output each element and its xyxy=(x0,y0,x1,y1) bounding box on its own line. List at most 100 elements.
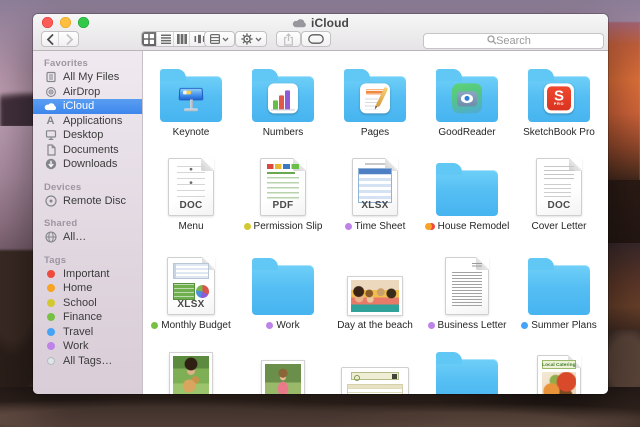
sidebar-tag-finance[interactable]: Finance xyxy=(33,310,142,325)
folder-icon xyxy=(252,76,314,122)
sidebar-tag-school[interactable]: School xyxy=(33,296,142,311)
grid-item-local-catering[interactable]: Local Catering xyxy=(513,353,605,394)
search-input[interactable] xyxy=(423,33,604,49)
sidebar-item-icloud[interactable]: iCloud xyxy=(33,99,142,114)
icon-view-button[interactable] xyxy=(142,32,157,46)
catering-document-icon: Local Catering xyxy=(537,355,581,394)
doc-document-icon: DOC xyxy=(536,158,582,216)
sidebar-tag-all-tags[interactable]: All Tags… xyxy=(33,354,142,369)
window-header[interactable]: iCloud xyxy=(33,14,608,51)
tag-dot-green xyxy=(151,322,158,329)
sidebar-item-label: Documents xyxy=(63,144,119,156)
document-preview-title: Local Catering xyxy=(542,362,575,367)
sidebar-section-title: Shared xyxy=(44,218,142,229)
downloads-circle-icon xyxy=(45,158,57,170)
column-view-button[interactable] xyxy=(176,32,191,46)
navigation-buttons xyxy=(41,31,79,47)
sidebar-tag-home[interactable]: Home xyxy=(33,281,142,296)
grid-item-keynote[interactable]: Keynote xyxy=(145,64,237,138)
sidebar-item-label: All My Files xyxy=(63,71,119,83)
file-label: Cover Letter xyxy=(531,221,586,232)
folder-icon xyxy=(344,76,406,122)
action-menu-button[interactable] xyxy=(235,31,267,47)
tag-button[interactable] xyxy=(301,31,331,47)
window-title: iCloud xyxy=(311,16,349,30)
file-label: Numbers xyxy=(263,127,304,138)
sidebar-item-label: School xyxy=(63,297,97,309)
cloud-icon xyxy=(44,102,57,111)
grid-item-day-at-the-beach[interactable]: Day at the beach xyxy=(329,257,421,331)
grid-item-sketchbook-pro[interactable]: S PRO SketchBook Pro xyxy=(513,64,605,138)
sidebar-item-all-my-files[interactable]: All My Files xyxy=(33,70,142,85)
list-view-button[interactable] xyxy=(159,32,174,46)
sidebar-item-label: Home xyxy=(63,282,92,294)
sidebar-item-label: AirDrop xyxy=(63,86,100,98)
search-field xyxy=(423,31,604,47)
sidebar-tag-important[interactable]: Important xyxy=(33,267,142,282)
file-label: Keynote xyxy=(173,127,210,138)
grid-item-numbers[interactable]: Numbers xyxy=(237,64,329,138)
tag-dot-gray xyxy=(47,357,55,365)
sidebar-item-label: Finance xyxy=(63,311,102,323)
tag-icon xyxy=(308,34,324,44)
grid-item-house-remodel[interactable]: House Remodel xyxy=(421,158,513,232)
numbers-app-icon xyxy=(268,83,298,113)
sidebar-item-label: Applications xyxy=(63,115,122,127)
sidebar-item-downloads[interactable]: Downloads xyxy=(33,157,142,172)
sidebar-item-applications[interactable]: A Applications xyxy=(33,114,142,129)
back-button[interactable] xyxy=(42,32,59,46)
file-label: Work xyxy=(276,320,299,331)
sidebar-tag-travel[interactable]: Travel xyxy=(33,325,142,340)
sidebar-section-title: Devices xyxy=(44,182,142,193)
tag-dot-purple xyxy=(47,342,55,350)
file-label: Menu xyxy=(178,221,203,232)
sidebar-item-remote-disc[interactable]: Remote Disc xyxy=(33,194,142,209)
grid-item-work[interactable]: Work xyxy=(237,257,329,331)
grid-item-photo-girl-field[interactable] xyxy=(237,355,329,394)
share-button[interactable] xyxy=(276,31,301,47)
file-label: Time Sheet xyxy=(355,221,406,232)
file-extension: DOC xyxy=(169,200,213,211)
sidebar-item-label: iCloud xyxy=(63,100,94,112)
sidebar-item-documents[interactable]: Documents xyxy=(33,143,142,158)
tag-dot-blue xyxy=(47,328,55,336)
goodreader-app-icon xyxy=(452,83,482,113)
folder-icon xyxy=(436,170,498,216)
grid-item-goodreader[interactable]: GoodReader xyxy=(421,64,513,138)
grid-item-menu[interactable]: DOC Menu xyxy=(145,158,237,232)
keynote-app-icon xyxy=(176,83,206,113)
folder-icon xyxy=(160,76,222,122)
sidebar-item-shared-all[interactable]: All… xyxy=(33,230,142,245)
gear-icon xyxy=(241,33,253,45)
file-label: GoodReader xyxy=(438,127,495,138)
grid-item-permission-slip[interactable]: PDF Permission Slip xyxy=(237,158,329,232)
grid-item-cover-letter[interactable]: DOC Cover Letter xyxy=(513,158,605,232)
document-page-icon xyxy=(45,144,57,156)
chevron-down-icon xyxy=(255,37,262,42)
arrange-icon xyxy=(210,34,220,44)
chevron-right-icon xyxy=(65,34,74,45)
tag-dot-green xyxy=(47,313,55,321)
grid-item-pages[interactable]: Pages xyxy=(329,64,421,138)
tag-dot-orange xyxy=(47,284,55,292)
forward-button[interactable] xyxy=(61,32,78,46)
grid-item-summer-plans[interactable]: Summer Plans xyxy=(513,257,605,331)
sidebar-item-label: All… xyxy=(63,231,86,243)
sidebar-item-airdrop[interactable]: AirDrop xyxy=(33,85,142,100)
grid-item-time-sheet[interactable]: XLSX Time Sheet xyxy=(329,158,421,232)
grid-item-photo-boy-puppy[interactable] xyxy=(145,351,237,394)
grid-view-icon xyxy=(144,34,154,44)
sidebar-item-label: Travel xyxy=(63,326,93,338)
globe-icon xyxy=(45,231,57,243)
grid-item-monthly-budget[interactable]: XLSX Monthly Budget xyxy=(145,257,237,331)
file-label: Summer Plans xyxy=(531,320,597,331)
file-extension: XLSX xyxy=(353,200,397,211)
tag-dots xyxy=(425,223,435,230)
grid-item-business-letter[interactable]: Business Letter xyxy=(421,257,513,331)
grid-item-catering-price-list[interactable] xyxy=(329,355,421,394)
sidebar-item-label: Work xyxy=(63,340,88,352)
sidebar-item-desktop[interactable]: Desktop xyxy=(33,128,142,143)
grid-item-folder[interactable] xyxy=(421,351,513,394)
sidebar-tag-work[interactable]: Work xyxy=(33,339,142,354)
arrange-button[interactable] xyxy=(204,31,235,47)
